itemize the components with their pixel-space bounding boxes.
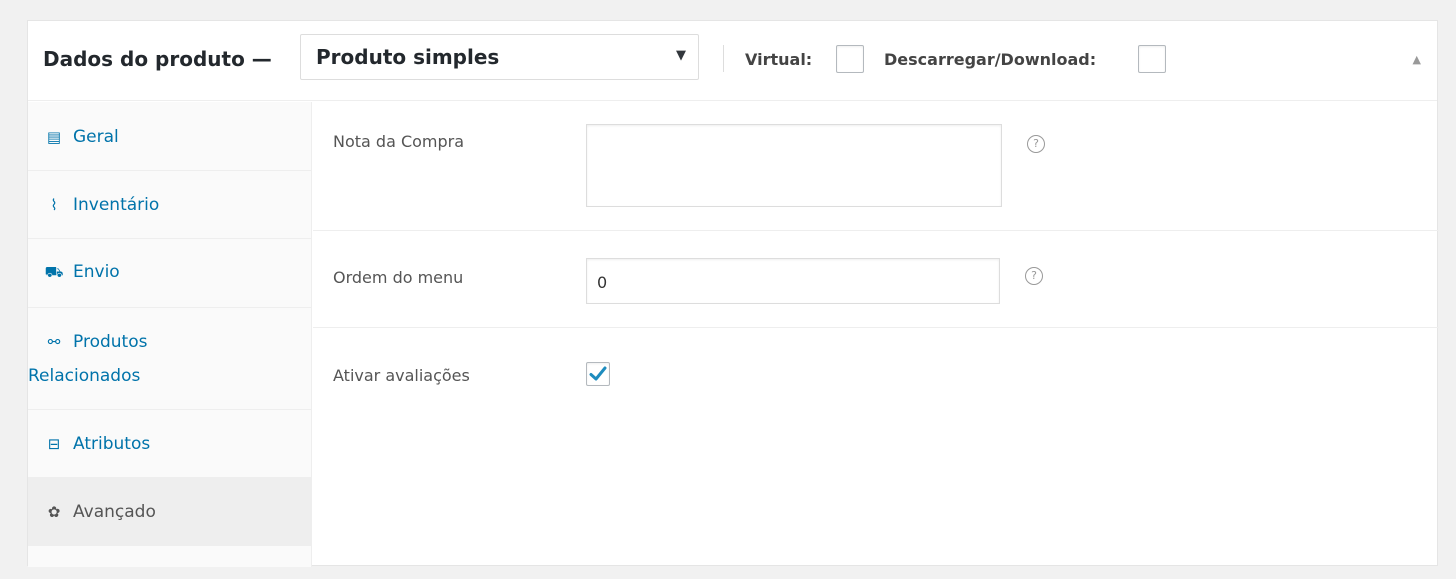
download-label: Descarregar/Download:: [884, 50, 1097, 69]
tab-general[interactable]: ▤ Geral: [28, 102, 312, 171]
help-icon[interactable]: ?: [1025, 267, 1043, 285]
header-divider: [723, 45, 724, 72]
inventory-chart-icon: ⌇: [50, 196, 58, 214]
reviews-row: Ativar avaliações: [313, 328, 1439, 428]
download-checkbox[interactable]: [1138, 45, 1166, 73]
virtual-label: Virtual:: [745, 50, 813, 69]
product-data-panel: Dados do produto — Produto simples ▼ Vir…: [27, 20, 1439, 567]
tab-attributes-label: Atributos: [73, 434, 151, 454]
collapse-toggle-icon[interactable]: ▲: [1413, 53, 1421, 66]
menu-order-label: Ordem do menu: [333, 268, 464, 287]
tab-general-label: Geral: [73, 127, 119, 147]
enable-reviews-checkbox[interactable]: [586, 362, 610, 386]
enable-reviews-label: Ativar avaliações: [333, 366, 470, 385]
purchase-note-row: Nota da Compra ?: [313, 102, 1439, 231]
tab-linked-products[interactable]: ⚯ Produtos Relacionados: [28, 308, 312, 410]
gear-icon: ✿: [47, 503, 61, 521]
menu-order-input[interactable]: 0: [586, 258, 1000, 304]
panel-header: Dados do produto — Produto simples ▼ Vir…: [28, 21, 1437, 101]
tab-inventory-label: Inventário: [73, 195, 160, 215]
tab-advanced-label: Avançado: [73, 502, 156, 522]
product-data-tabs: ▤ Geral ⌇ Inventário ⛟ Envio ⚯ Produtos Rela…: [28, 102, 312, 567]
tab-shipping[interactable]: ⛟ Envio: [28, 239, 312, 308]
checkmark-icon: [589, 366, 607, 381]
tab-inventory[interactable]: ⌇ Inventário: [28, 171, 312, 239]
truck-icon: ⛟: [44, 263, 64, 281]
menu-order-row: Ordem do menu 0 ?: [313, 231, 1439, 328]
product-type-select[interactable]: Produto simples ▼: [300, 34, 699, 80]
tab-shipping-label: Envio: [73, 262, 120, 282]
chevron-down-icon: ▼: [676, 48, 686, 63]
panel-title: Dados do produto —: [43, 47, 272, 71]
purchase-note-label: Nota da Compra: [333, 132, 465, 151]
attributes-icon: ⊟: [47, 435, 61, 453]
virtual-checkbox[interactable]: [836, 45, 864, 73]
purchase-note-textarea[interactable]: [586, 124, 1002, 207]
tab-advanced[interactable]: ✿ Avançado: [28, 478, 312, 546]
link-icon: ⚯: [47, 333, 61, 351]
tab-linked-products-label-1: Produtos: [73, 332, 148, 352]
product-type-value: Produto simples: [316, 45, 500, 69]
advanced-panel: Nota da Compra ? Ordem do menu 0 ? Ativa…: [313, 102, 1439, 567]
help-icon[interactable]: ?: [1027, 135, 1045, 153]
tab-attributes[interactable]: ⊟ Atributos: [28, 410, 312, 478]
grid-icon: ▤: [46, 128, 62, 146]
tab-linked-products-label-2: Relacionados: [28, 366, 141, 386]
